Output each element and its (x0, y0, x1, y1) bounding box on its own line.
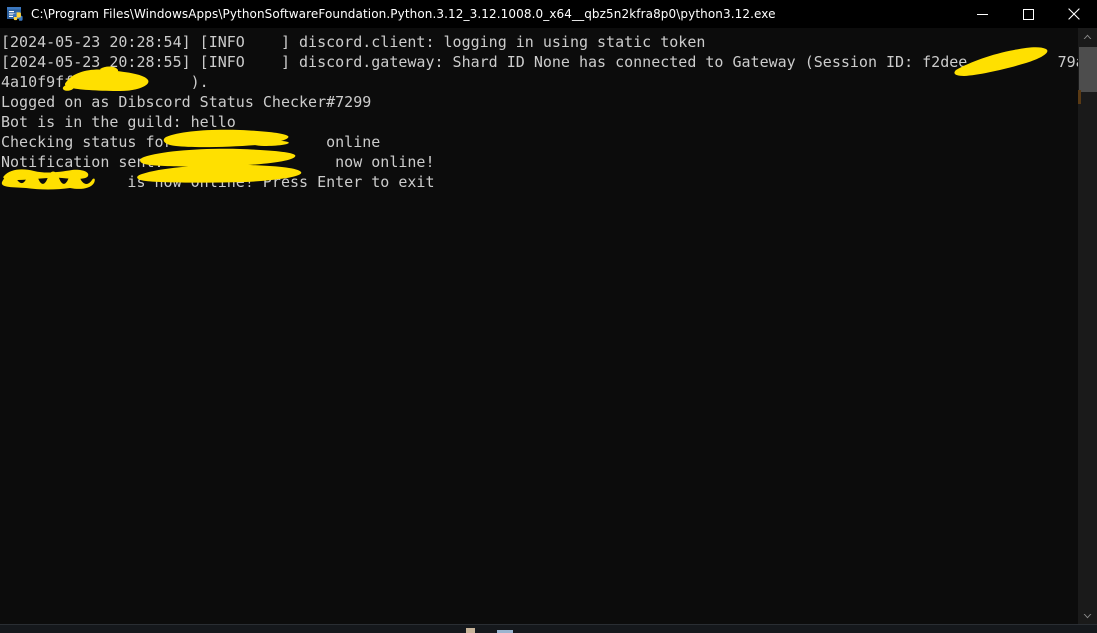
scrollbar-mark (1078, 90, 1081, 104)
screen: C:\Program Files\WindowsApps\PythonSoftw… (0, 0, 1097, 633)
console-window: C:\Program Files\WindowsApps\PythonSoftw… (0, 0, 1097, 625)
title-bar[interactable]: C:\Program Files\WindowsApps\PythonSoftw… (0, 0, 1097, 28)
vertical-scrollbar[interactable] (1078, 28, 1097, 625)
console-output-area[interactable]: [2024-05-23 20:28:54] [INFO ] discord.cl… (0, 28, 1097, 625)
maximize-button[interactable] (1005, 0, 1051, 28)
window-title: C:\Program Files\WindowsApps\PythonSoftw… (31, 7, 776, 21)
scrollbar-thumb[interactable] (1079, 47, 1097, 92)
window-controls (959, 0, 1097, 28)
minimize-button[interactable] (959, 0, 1005, 28)
python-console-icon (7, 6, 23, 22)
scroll-up-arrow[interactable] (1078, 28, 1097, 46)
scroll-down-arrow[interactable] (1078, 607, 1097, 625)
console-text: [2024-05-23 20:28:54] [INFO ] discord.cl… (1, 33, 1097, 191)
taskbar[interactable] (0, 624, 1097, 633)
taskbar-item-1[interactable] (466, 628, 475, 633)
close-button[interactable] (1051, 0, 1097, 28)
